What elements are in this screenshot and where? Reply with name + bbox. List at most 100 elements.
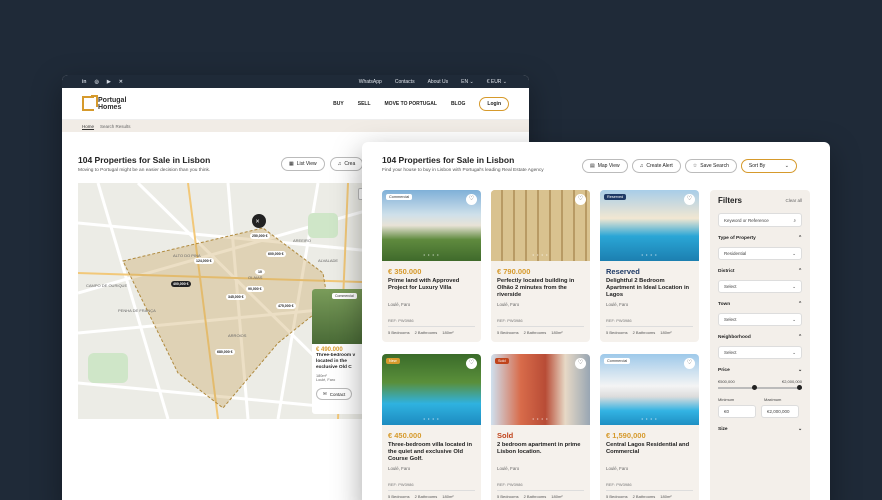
favorite-heart-icon[interactable]: ♡ [466,194,477,205]
area: 180m² [660,330,672,335]
chevron-up-icon[interactable]: ⌃ [798,236,802,241]
save-search-button[interactable]: ☆ Save Search [684,159,737,173]
property-title[interactable]: Three-bedroom villa located in the quiet… [388,442,475,463]
property-price: Reserved [606,267,640,276]
breadcrumb-home[interactable]: Home [82,124,94,129]
list-view-button[interactable]: ▦ List View [281,157,325,171]
property-card[interactable]: New ♡ • • • • € 450.000 Three-bedroom vi… [382,354,481,500]
instagram-icon[interactable]: ◎ [94,79,98,85]
logo[interactable]: Portugal Homes [82,95,134,111]
bell-icon: ♫ [639,163,644,169]
property-card[interactable]: Commercial ♡ • • • • € 1,590,000 Central… [600,354,699,500]
contacts-link[interactable]: Contacts [395,79,415,85]
max-price-input[interactable]: €2,000,000 [761,405,799,418]
carousel-dots[interactable]: • • • • [491,416,590,421]
property-card[interactable]: Sold ♡ • • • • Sold 2 bedroom apartment … [491,354,590,500]
town-select[interactable]: Select ⌄ [718,313,802,326]
property-photo[interactable]: Reserved ♡ • • • • [600,190,699,261]
chevron-up-icon[interactable]: ⌃ [798,302,802,307]
property-location: Loulé, Faro [388,466,411,471]
svg-text:×: × [256,219,260,226]
logo-text: Portugal Homes [98,96,127,111]
neighborhood-select[interactable]: Select ⌄ [718,346,802,359]
keyword-placeholder: Keyword or Reference [724,217,769,223]
district-select[interactable]: Select ⌄ [718,280,802,293]
chevron-up-icon[interactable]: ⌃ [798,335,802,340]
carousel-dots[interactable]: • • • • [382,416,481,421]
carousel-dots[interactable]: • • • • [491,252,590,257]
property-card[interactable]: Reserved ♡ • • • • Reserved Delightful 2… [600,190,699,342]
property-card[interactable]: Commercial ♡ • • • • € 350.000 Prime lan… [382,190,481,342]
property-photo[interactable]: ♡ • • • • [491,190,590,261]
map-price-pin[interactable]: 90,000 € [246,286,264,292]
property-photo[interactable]: Commercial ♡ • • • • [382,190,481,261]
map-price-pin[interactable]: 250,000 € [250,233,270,239]
carousel-dots[interactable]: • • • • [600,252,699,257]
favorite-heart-icon[interactable]: ♡ [684,358,695,369]
map-price-pin[interactable]: 400,000 € [171,281,191,287]
property-title[interactable]: 2 bedroom apartment in prime Lisbon loca… [497,442,584,463]
filters-title: Filters [718,196,743,205]
property-photo[interactable]: New ♡ • • • • [382,354,481,425]
property-title[interactable]: Perfectly located building in Olhão 2 mi… [497,278,584,299]
district-value: Select [724,284,737,289]
nav-sell[interactable]: SELL [358,101,371,107]
min-price-input[interactable]: €0 [718,405,756,418]
district-label: District [718,269,735,274]
map-price-pin[interactable]: 345,000 € [226,294,246,300]
map-price-pin[interactable]: 680,000 € [215,349,235,355]
map-cluster-pin[interactable]: 10 [255,269,265,275]
map-view-button[interactable]: ▤ Map View [582,159,628,173]
favorite-heart-icon[interactable]: ♡ [575,194,586,205]
property-ref: REF: PW3986 [606,482,632,487]
nav-buy[interactable]: BUY [333,101,344,107]
favorite-heart-icon[interactable]: ♡ [575,358,586,369]
price-min-label: €500,000 [718,379,735,384]
map-price-pin[interactable]: 475,000 € [276,303,296,309]
price-slider[interactable] [718,385,802,390]
about-link[interactable]: About Us [428,79,449,85]
sort-select[interactable]: Sort By ⌄ [740,159,797,173]
contact-button[interactable]: ✉ Contact [316,388,353,400]
area: 180m² [442,330,454,335]
slider-max-handle[interactable] [797,385,802,390]
currency-select[interactable]: € EUR ⌄ [487,79,507,85]
whatsapp-link[interactable]: WhatsApp [359,79,382,85]
clear-all-link[interactable]: Clear all [785,198,802,203]
chevron-down-icon[interactable]: ⌄ [798,368,802,373]
create-alert-label: Create Alert [646,163,673,169]
create-alert-label: Crea [344,161,356,167]
mail-icon: ✉ [323,391,327,396]
property-location: Loulé, Faro [606,302,629,307]
favorite-heart-icon[interactable]: ♡ [466,358,477,369]
nav-blog[interactable]: BLOG [451,101,465,107]
keyword-input[interactable]: Keyword or Reference ⌕ [718,213,802,227]
map-price-pin[interactable]: 124,000 € [194,258,214,264]
carousel-dots[interactable]: • • • • [600,416,699,421]
property-title[interactable]: Delightful 2 Bedroom Apartment in Ideal … [606,278,693,299]
carousel-dots[interactable]: • • • • [382,252,481,257]
youtube-icon[interactable]: ▶ [107,79,111,85]
property-title[interactable]: Prime land with Approved Project for Lux… [388,278,475,299]
price-max-label: €2,000,000 [781,379,802,384]
property-photo[interactable]: Sold ♡ • • • • [491,354,590,425]
map-price-pin[interactable]: 600,000 € [266,251,286,257]
create-alert-button[interactable]: ♫ Crea [329,157,364,171]
breadcrumb: Home Search Results [62,120,529,132]
nav-move[interactable]: MOVE TO PORTUGAL [385,101,437,107]
slider-min-handle[interactable] [751,385,757,390]
map[interactable]: × ALTO DO PINA OLAIAS PENHA DE FRANÇA AR… [78,183,393,419]
property-title[interactable]: Central Lagos Residential and Commercial [606,442,693,463]
linkedin-icon[interactable]: in [82,79,86,85]
x-icon[interactable]: ✕ [119,79,123,85]
property-card[interactable]: ♡ • • • • € 790.000 Perfectly located bu… [491,190,590,342]
bedrooms: 5 Bedrooms [606,330,628,335]
language-select[interactable]: EN ⌄ [461,79,474,85]
chevron-down-icon[interactable]: ⌄ [798,427,802,432]
favorite-heart-icon[interactable]: ♡ [684,194,695,205]
type-select[interactable]: Residential ⌄ [718,247,802,260]
chevron-up-icon[interactable]: ⌃ [798,269,802,274]
login-button[interactable]: Login [479,96,509,111]
create-alert-button[interactable]: ♫ Create Alert [631,159,681,173]
property-photo[interactable]: Commercial ♡ • • • • [600,354,699,425]
